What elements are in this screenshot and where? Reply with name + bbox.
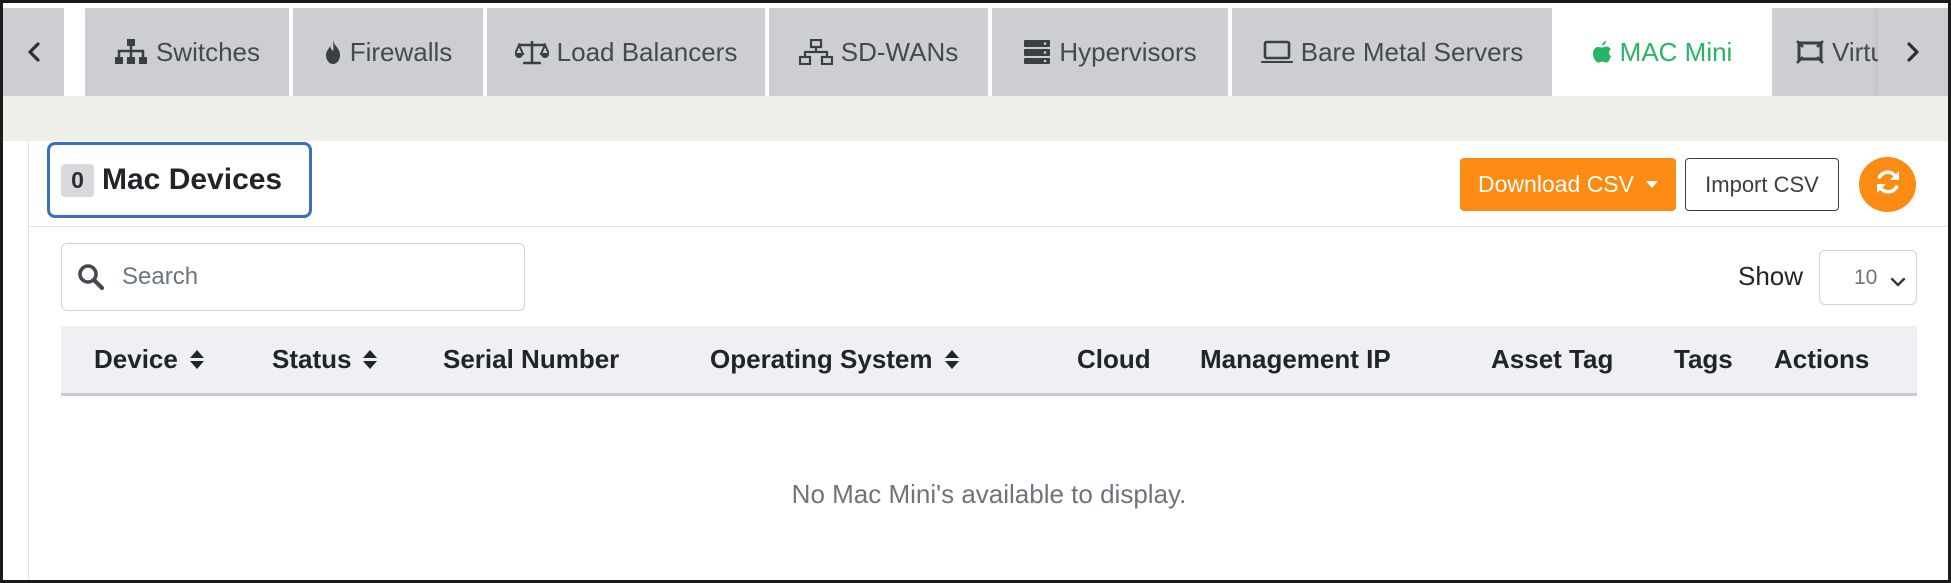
column-header-actions: Actions — [1774, 326, 1869, 393]
tab-label: Load Balancers — [556, 36, 738, 67]
show-label: Show — [1738, 261, 1804, 291]
page-size-value: 10 — [1854, 265, 1878, 289]
column-header-label: Actions — [1774, 344, 1870, 374]
column-header-cloud: Cloud — [1077, 326, 1151, 393]
column-header-serial-number: Serial Number — [443, 326, 619, 393]
balance-scale-icon — [514, 39, 549, 65]
column-header-label: Cloud — [1077, 344, 1151, 374]
fire-icon — [324, 39, 342, 65]
tab-label: Hypervisors — [1059, 36, 1197, 67]
sitemap-icon — [114, 39, 148, 65]
sort-icon — [944, 350, 959, 369]
card-title-text: Mac Devices — [102, 163, 283, 196]
tab-label: Virtu — [1832, 36, 1882, 67]
chevron-left-icon — [27, 42, 41, 62]
card-title: 0 Mac Devices — [47, 142, 312, 218]
tabs-scroll-right-button[interactable] — [1878, 8, 1948, 96]
tab-label: SD-WANs — [840, 36, 959, 67]
tab-label: Switches — [155, 36, 261, 67]
tab-load-balancers[interactable]: Load Balancers — [487, 8, 765, 96]
devices-table-header: Device Status Serial Number Operating Sy… — [61, 326, 1917, 396]
chevron-down-icon — [1890, 270, 1906, 294]
column-header-operating-system[interactable]: Operating System — [710, 326, 959, 393]
refresh-icon — [1873, 167, 1903, 202]
tab-mac-mini[interactable]: MAC Mini — [1556, 8, 1768, 96]
import-csv-label: Import CSV — [1705, 171, 1819, 197]
column-header-label: Device — [94, 344, 178, 374]
caret-down-icon — [1645, 181, 1658, 188]
mac-devices-card: 0 Mac Devices Download CSV Import CSV Se… — [28, 141, 1948, 580]
chevron-right-icon — [1906, 42, 1920, 62]
column-header-management-ip: Management IP — [1200, 326, 1391, 393]
tab-sd-wans[interactable]: SD-WANs — [769, 8, 988, 96]
column-header-label: Asset Tag — [1491, 344, 1614, 374]
device-count-badge: 0 — [61, 163, 94, 197]
page-size-select[interactable]: 10 — [1819, 250, 1917, 305]
tab-label: Firewalls — [349, 36, 453, 67]
column-header-device[interactable]: Device — [94, 326, 204, 393]
tab-hypervisors[interactable]: Hypervisors — [992, 8, 1228, 96]
device-type-tabbar: Switches Firewalls Load Balancers SD-WAN… — [3, 8, 1948, 96]
tab-content-spacer — [3, 96, 1948, 141]
app-frame: Switches Firewalls Load Balancers SD-WAN… — [0, 0, 1951, 583]
column-header-label: Management IP — [1200, 344, 1391, 374]
search-box — [61, 243, 525, 311]
sort-icon — [189, 350, 204, 369]
card-header: 0 Mac Devices Download CSV Import CSV — [29, 141, 1948, 227]
tab-bare-metal-servers[interactable]: Bare Metal Servers — [1232, 8, 1552, 96]
tab-virtual-machines[interactable]: Virtu — [1772, 8, 1882, 96]
network-icon — [798, 39, 833, 65]
download-csv-label: Download CSV — [1478, 171, 1634, 197]
apple-icon — [1592, 40, 1612, 64]
tab-label: Bare Metal Servers — [1300, 36, 1524, 67]
tab-switches[interactable]: Switches — [85, 8, 289, 96]
column-header-label: Tags — [1674, 344, 1733, 374]
search-icon — [77, 263, 105, 296]
search-input[interactable] — [122, 254, 512, 300]
column-header-tags: Tags — [1674, 326, 1733, 393]
column-header-label: Operating System — [710, 344, 933, 374]
tab-label: MAC Mini — [1619, 36, 1733, 67]
column-header-label: Status — [272, 344, 352, 374]
server-icon — [1023, 39, 1051, 65]
empty-table-message: No Mac Mini's available to display. — [791, 479, 1187, 509]
column-header-label: Serial Number — [443, 344, 620, 374]
tab-firewalls[interactable]: Firewalls — [293, 8, 483, 96]
import-csv-button[interactable]: Import CSV — [1685, 158, 1839, 211]
laptop-icon — [1260, 40, 1293, 64]
vm-icon — [1796, 40, 1824, 64]
column-header-status[interactable]: Status — [272, 326, 378, 393]
download-csv-button[interactable]: Download CSV — [1460, 158, 1676, 211]
sort-icon — [363, 350, 378, 369]
column-header-asset-tag: Asset Tag — [1491, 326, 1613, 393]
tabs-scroll-left-button[interactable] — [3, 8, 64, 96]
refresh-button[interactable] — [1859, 157, 1916, 212]
